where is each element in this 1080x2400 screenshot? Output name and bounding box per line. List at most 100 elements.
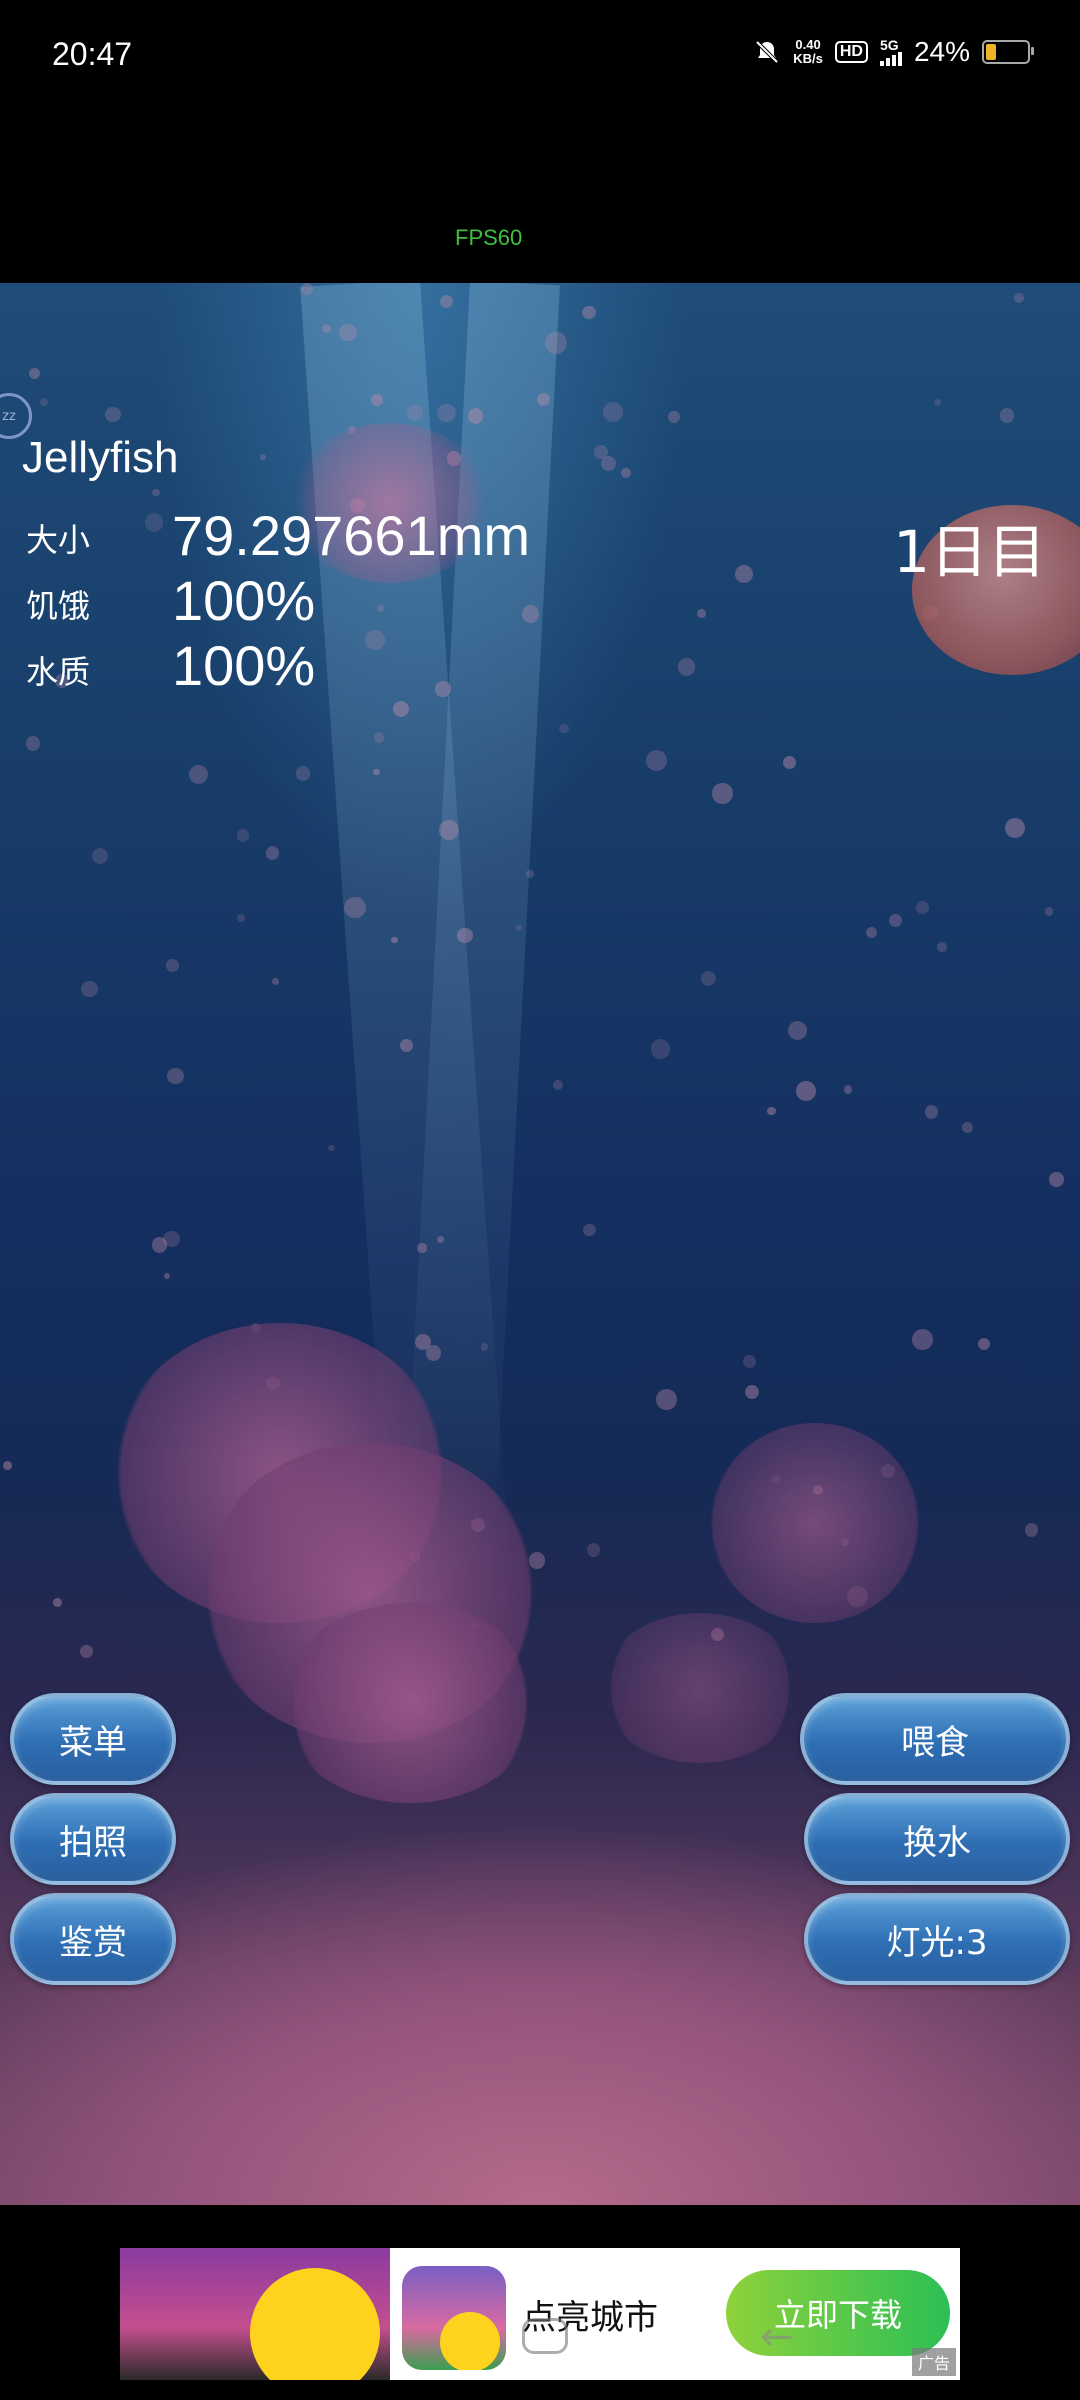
ad-tag: 广告 (911, 2348, 956, 2376)
pet-name: Jellyfish (22, 433, 179, 482)
bubble (371, 394, 383, 407)
bubble (582, 306, 596, 320)
bubble (586, 1543, 600, 1557)
bubble (651, 1039, 671, 1059)
bubble (933, 399, 942, 407)
battery-percent: 24% (913, 36, 970, 67)
signal-icon: 5G (879, 37, 902, 66)
bubble (1013, 292, 1025, 304)
smiley-sun-icon (250, 2268, 380, 2380)
status-icons: 0.40 KB/s HD 5G 24% (753, 36, 1034, 68)
bubble (536, 392, 550, 407)
fps-counter: FPS60 (455, 225, 523, 250)
status-bar: 20:47 0.40 KB/s HD 5G 24% (0, 0, 1080, 120)
ad-app-icon (402, 2266, 506, 2370)
bubble (344, 896, 366, 918)
hunger-label: 饥饿 (26, 587, 91, 625)
bubble (144, 513, 164, 533)
bubble (924, 1105, 938, 1119)
bubble (977, 1338, 990, 1351)
bubble (53, 1597, 62, 1607)
ad-artwork (120, 2248, 390, 2380)
bubble (265, 845, 280, 860)
bubble (937, 941, 947, 952)
network-type: 5G (879, 37, 899, 53)
bubble (437, 1236, 444, 1244)
bubble (272, 978, 280, 986)
bubble (295, 766, 311, 781)
bubble (796, 1081, 816, 1101)
bubble (783, 755, 797, 770)
bubble (602, 402, 623, 423)
hd-icon: HD (834, 41, 868, 63)
bubble (105, 406, 122, 423)
bubble (260, 453, 267, 461)
bubble (744, 1385, 759, 1400)
bubble (167, 1067, 185, 1085)
ad-banner[interactable]: 点亮城市 立即下载 ← 广告 (120, 2248, 960, 2380)
bubble (39, 397, 49, 407)
bubble (888, 914, 902, 928)
bubble (407, 404, 424, 421)
bubble (189, 764, 209, 785)
bubble (545, 332, 567, 354)
bubble (1025, 1523, 1039, 1537)
bubble (1044, 906, 1054, 916)
bubble (165, 959, 180, 973)
size-label: 大小 (26, 521, 91, 559)
bubble (999, 408, 1015, 423)
change-water-button[interactable]: 换水 (804, 1793, 1070, 1885)
bubble (700, 970, 716, 987)
bubble (767, 1106, 776, 1115)
bubble (339, 323, 357, 342)
bubble (668, 411, 680, 423)
feed-button[interactable]: 喂食 (800, 1693, 1070, 1785)
bubble (373, 732, 385, 743)
coral-right (600, 1613, 800, 1763)
aquarium-scene[interactable]: zz Jellyfish 大小 79.297661mm 饥饿 100% 水质 1… (0, 283, 1080, 2205)
day-counter: 1日目 (893, 518, 1046, 586)
bubble (601, 456, 617, 472)
bubble (91, 847, 108, 864)
bubble (480, 1342, 489, 1351)
sleep-icon-text: zz (2, 408, 16, 424)
bubble (620, 467, 631, 479)
bubble (521, 604, 540, 623)
bubble (712, 783, 733, 804)
bubble (152, 488, 160, 497)
coral-right (710, 1423, 920, 1623)
bubble (553, 1080, 564, 1091)
size-value: 79.297661mm (172, 504, 531, 567)
water-quality-label: 水质 (26, 653, 91, 691)
clock: 20:47 (52, 36, 133, 72)
net-speed-unit: KB/s (793, 51, 823, 66)
bubble (677, 658, 695, 676)
bubble (865, 927, 877, 939)
bubble (25, 736, 41, 751)
bubble (81, 980, 98, 998)
bubble (1004, 818, 1026, 839)
coral-left (280, 1603, 540, 1803)
bubble (3, 1461, 12, 1470)
menu-button[interactable]: 菜单 (10, 1693, 176, 1785)
bubble (439, 294, 454, 309)
bubble (1049, 1172, 1065, 1187)
bubble (79, 1644, 93, 1658)
light-button[interactable]: 灯光:3 (804, 1893, 1070, 1985)
bubble (645, 750, 668, 772)
photo-button[interactable]: 拍照 (10, 1793, 176, 1885)
bubble (163, 1272, 171, 1280)
back-arrow-icon: ← (760, 2314, 794, 2360)
water-quality-value: 100% (172, 634, 316, 697)
bubble (912, 1329, 933, 1351)
bubble (526, 870, 534, 878)
bubble (399, 1038, 413, 1052)
gallery-button[interactable]: 鉴赏 (10, 1893, 176, 1985)
bubble (559, 723, 569, 734)
bubble (237, 913, 246, 922)
net-speed-value: 0.40 (795, 37, 821, 52)
battery-icon (982, 40, 1034, 64)
bubble (372, 768, 380, 776)
bubble (656, 1389, 678, 1410)
bubble (439, 819, 459, 840)
